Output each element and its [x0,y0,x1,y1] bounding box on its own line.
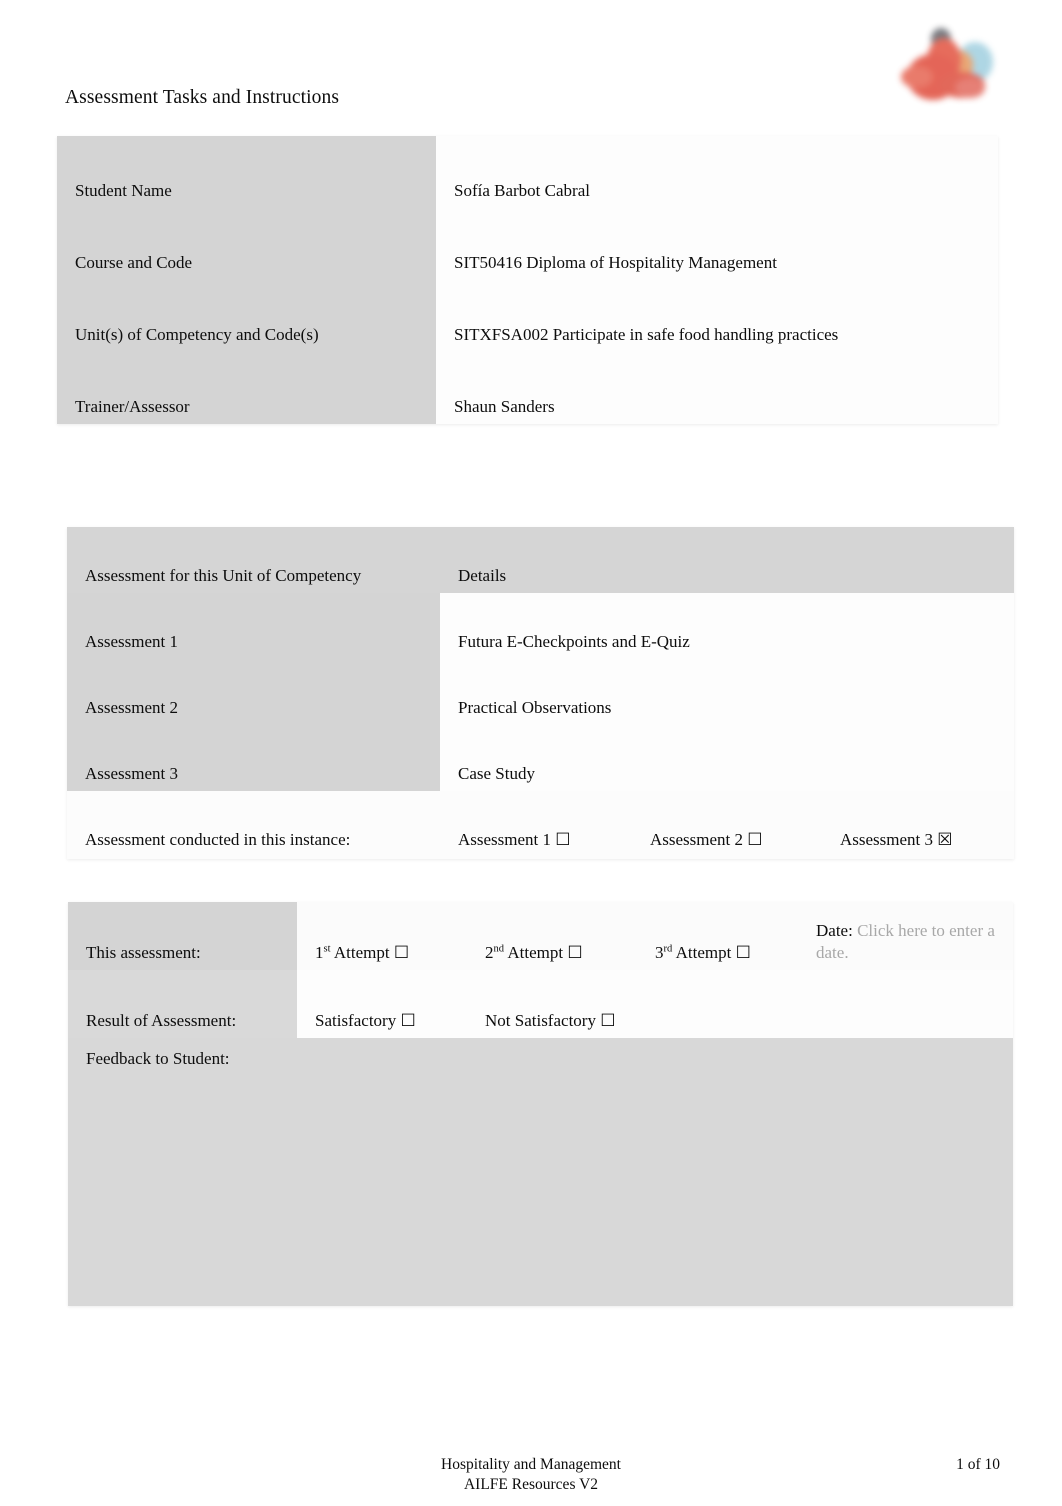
assessment-2-checkbox[interactable] [747,830,762,849]
assessment-2-option-label: Assessment 2 [650,830,744,849]
student-details-table: Student Name Sofía Barbot Cabral Course … [57,136,998,424]
not-satisfactory-checkbox[interactable] [600,1011,615,1030]
assessment-unit-header: Assessment for this Unit of Competency [67,527,440,593]
assessment-1-label: Assessment 1 [67,593,440,659]
table-header-row: Assessment for this Unit of Competency D… [67,527,1014,593]
this-assessment-label: This assessment: [68,902,297,970]
table-row: Student Name Sofía Barbot Cabral [57,136,998,208]
footer-line-1: Hospitality and Management [441,1456,621,1473]
course-code-label: Course and Code [57,208,436,280]
satisfactory-label: Satisfactory [315,1011,397,1030]
not-satisfactory-label: Not Satisfactory [485,1011,596,1030]
student-name-label: Student Name [57,136,436,208]
attempt-3-label: 3rd Attempt [655,943,732,962]
table-row: Course and Code SIT50416 Diploma of Hosp… [57,208,998,280]
result-table: This assessment: 1st Attempt 2nd Attempt… [68,902,1013,1306]
attempt-2-checkbox[interactable] [567,943,582,962]
document-page: Assessment Tasks and Instructions Studen… [0,0,1062,1506]
assessment-2-label: Assessment 2 [67,659,440,725]
trainer-assessor-value[interactable]: Shaun Sanders [436,352,998,424]
assessments-table: Assessment for this Unit of Competency D… [67,527,1014,859]
footer-line-2: AILFE Resources V2 [463,1476,599,1493]
course-code-value[interactable]: SIT50416 Diploma of Hospitality Manageme… [436,208,998,280]
attempt-1-label: 1st Attempt [315,943,390,962]
table-row: Unit(s) of Competency and Code(s) SITXFS… [57,280,998,352]
page-title: Assessment Tasks and Instructions [65,87,340,108]
page-footer: Hospitality and Management AILFE Resourc… [0,1455,1062,1495]
assessment-3-option[interactable]: Assessment 3 [840,829,953,851]
assessment-3-checkbox-checked[interactable] [937,830,952,849]
attempt-1-checkbox[interactable] [394,943,409,962]
feedback-row: Feedback to Student: [68,1038,1013,1306]
assessment-3-label: Assessment 3 [67,725,440,791]
attempt-3-checkbox[interactable] [736,943,751,962]
assessment-2-value: Practical Observations [440,659,1014,725]
feedback-cell[interactable]: Feedback to Student: [68,1038,1013,1306]
assessment-conducted-row: Assessment conducted in this instance: A… [67,791,1014,859]
attempt-1-ordinal: st [323,943,331,955]
result-of-assessment-row: Result of Assessment: Satisfactory Not S… [68,970,1013,1038]
student-name-value[interactable]: Sofía Barbot Cabral [436,136,998,208]
assessment-1-option-label: Assessment 1 [458,830,552,849]
assessment-2-option[interactable]: Assessment 2 [650,829,840,851]
table-row: Assessment 1 Futura E-Checkpoints and E-… [67,593,1014,659]
attempt-1-cell[interactable]: 1st Attempt [297,902,467,970]
assessment-1-value: Futura E-Checkpoints and E-Quiz [440,593,1014,659]
table-row: Assessment 3 Case Study [67,725,1014,791]
assessment-conducted-label: Assessment conducted in this instance: [67,791,440,859]
date-label: Date: [816,921,853,940]
footer-page-number: 1 of 10 [956,1456,1000,1473]
date-cell[interactable]: Date: Click here to enter a date. [798,902,1013,970]
trainer-assessor-label: Trainer/Assessor [57,352,436,424]
feedback-label: Feedback to Student: [86,1049,230,1068]
attempt-2-cell[interactable]: 2nd Attempt [467,902,637,970]
table-row: Assessment 2 Practical Observations [67,659,1014,725]
unit-competency-label: Unit(s) of Competency and Code(s) [57,280,436,352]
not-satisfactory-cell[interactable]: Not Satisfactory [467,970,1013,1038]
satisfactory-checkbox[interactable] [400,1011,415,1030]
satisfactory-cell[interactable]: Satisfactory [297,970,467,1038]
this-assessment-row: This assessment: 1st Attempt 2nd Attempt… [68,902,1013,970]
attempt-3-ordinal: rd [663,943,673,955]
unit-competency-value[interactable]: SITXFSA002 Participate in safe food hand… [436,280,998,352]
table-row: Trainer/Assessor Shaun Sanders [57,352,998,424]
college-logo-icon [897,24,997,104]
details-header: Details [440,527,1014,593]
assessment-conducted-options: Assessment 1 Assessment 2 Assessment 3 [440,791,1014,859]
assessment-1-checkbox[interactable] [555,830,570,849]
attempt-3-cell[interactable]: 3rd Attempt [637,902,798,970]
assessment-3-option-label: Assessment 3 [840,830,934,849]
attempt-2-label: 2nd Attempt [485,943,564,962]
assessment-3-value: Case Study [440,725,1014,791]
result-of-assessment-label: Result of Assessment: [68,970,297,1038]
attempt-2-ordinal: nd [493,943,505,955]
assessment-1-option[interactable]: Assessment 1 [458,829,650,851]
